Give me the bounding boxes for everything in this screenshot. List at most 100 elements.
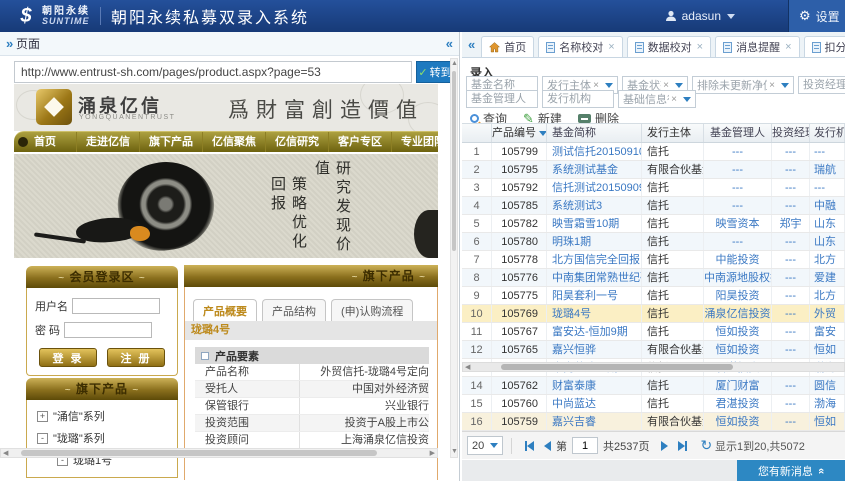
col-issuer-type[interactable]: 发行主体 xyxy=(642,124,704,142)
clear-icon[interactable]: × xyxy=(591,80,601,91)
clear-icon[interactable]: × xyxy=(669,94,679,105)
cell-fund-manager-link[interactable]: --- xyxy=(704,161,772,178)
cell-invest-manager-link[interactable]: --- xyxy=(772,161,810,178)
table-row[interactable]: 2 105795 系统测试基金 有限合伙基金 --- --- 瑞航 xyxy=(462,161,845,179)
cell-fund-name-link[interactable]: 明珠1期 xyxy=(547,233,642,250)
scroll-down-icon[interactable]: ▼ xyxy=(451,448,458,456)
table-row[interactable]: 10 105769 珑璐4号 信托 涌泉亿信投资 --- 外贸 xyxy=(462,305,845,323)
cell-issuing-org-link[interactable]: 北方 xyxy=(810,251,845,268)
cell-issuing-org-link[interactable]: 山东 xyxy=(810,215,845,232)
site-nav-item[interactable]: 亿信聚焦 xyxy=(203,132,266,152)
first-page-button[interactable] xyxy=(525,441,534,451)
cell-issuing-org-link[interactable]: 恒如 xyxy=(810,341,845,358)
invest-manager-input[interactable] xyxy=(798,76,845,94)
cell-fund-name-link[interactable]: 映雪霜雪10期 xyxy=(547,215,642,232)
cell-issuing-org-link[interactable]: 圆信 xyxy=(810,377,845,394)
table-row[interactable]: 1 105799 测试信托20150910 信托 --- --- --- xyxy=(462,143,845,161)
tabs-scroll-left-icon[interactable]: « xyxy=(468,37,475,52)
chevron-down-icon[interactable] xyxy=(675,83,683,88)
tree-item-yongxin-series[interactable]: + "涌信"系列 xyxy=(37,408,105,424)
site-nav-item[interactable]: 首页 xyxy=(14,132,77,152)
settings-button[interactable]: ⚙ 设置 xyxy=(788,0,845,32)
site-nav-item[interactable]: 旗下产品 xyxy=(140,132,203,152)
cell-fund-manager-link[interactable]: --- xyxy=(704,197,772,214)
username-field[interactable] xyxy=(72,298,160,314)
col-fund-name[interactable]: 基金简称 xyxy=(547,124,642,142)
cell-fund-name-link[interactable]: 嘉兴吉睿 xyxy=(547,413,642,430)
table-row[interactable]: 7 105778 北方国信完全回报 信托 中能投资 --- 北方 xyxy=(462,251,845,269)
cell-issuing-org-link[interactable]: 渤海 xyxy=(810,395,845,412)
tree-expand-icon[interactable]: + xyxy=(37,411,48,422)
issuing-org-input[interactable] xyxy=(542,90,614,108)
tab-data-check[interactable]: 数据校对 × xyxy=(627,36,711,57)
chevron-down-icon[interactable] xyxy=(781,83,789,88)
cell-fund-manager-link[interactable]: --- xyxy=(704,233,772,250)
collapse-panel-icon[interactable]: « xyxy=(446,36,453,51)
site-nav-item[interactable]: 客户专区 xyxy=(329,132,392,152)
table-row[interactable]: 15 105760 中尚蓝达 信托 君湛投资 --- 渤海 xyxy=(462,395,845,413)
close-icon[interactable]: × xyxy=(785,41,791,53)
grid-horizontal-scrollbar[interactable]: ◀ xyxy=(462,362,845,372)
scroll-left-icon[interactable]: ◀ xyxy=(465,364,470,372)
cell-fund-manager-link[interactable]: 恒如投资 xyxy=(704,323,772,340)
tab-purchase-process[interactable]: (申)认购流程 xyxy=(331,299,413,322)
cell-fund-manager-link[interactable]: --- xyxy=(704,179,772,196)
cell-fund-manager-link[interactable]: 涌泉亿信投资 xyxy=(704,305,772,322)
col-invest-manager[interactable]: 投资经理 xyxy=(772,124,810,142)
new-message-bar[interactable]: 您有新消息 « xyxy=(737,460,845,481)
cell-issuing-org-link[interactable]: 中融 xyxy=(810,197,845,214)
pending-info-combo[interactable]: 基础信息待补 × xyxy=(618,90,696,108)
checkbox-icon[interactable] xyxy=(201,352,209,360)
col-product-id[interactable]: 产品编号 xyxy=(492,124,547,142)
site-nav-item[interactable]: 走进亿信 xyxy=(77,132,140,152)
cell-fund-name-link[interactable]: 系统测试基金 xyxy=(547,161,642,178)
cell-fund-manager-link[interactable]: 恒如投资 xyxy=(704,413,772,430)
user-menu[interactable]: adasun xyxy=(665,0,735,32)
chevron-down-icon[interactable] xyxy=(605,83,613,88)
cell-fund-name-link[interactable]: 测试信托20150910 xyxy=(547,143,642,160)
scroll-up-icon[interactable]: ▲ xyxy=(451,60,458,68)
tab-score-stats[interactable]: 扣分绩效统计 × xyxy=(804,36,845,57)
table-row[interactable]: 3 105792 信托测试20150909 信托 --- --- --- xyxy=(462,179,845,197)
go-button[interactable]: ✓ 转到 xyxy=(416,61,454,83)
cell-issuing-org-link[interactable]: --- xyxy=(810,179,845,196)
url-input[interactable] xyxy=(14,61,412,83)
cell-invest-manager-link[interactable]: --- xyxy=(772,197,810,214)
cell-issuing-org-link[interactable]: 山东 xyxy=(810,233,845,250)
cell-invest-manager-link[interactable]: 郑宇 xyxy=(772,215,810,232)
cell-invest-manager-link[interactable]: --- xyxy=(772,395,810,412)
cell-issuing-org-link[interactable]: 富安 xyxy=(810,323,845,340)
cell-fund-manager-link[interactable]: 中南源地股权投资 xyxy=(704,269,772,286)
cell-invest-manager-link[interactable]: --- xyxy=(772,287,810,304)
table-row[interactable]: 9 105775 阳昊套利一号 信托 阳昊投资 --- 北方 xyxy=(462,287,845,305)
tree-collapse-icon[interactable]: - xyxy=(37,433,48,444)
close-icon[interactable]: × xyxy=(608,41,614,53)
cell-invest-manager-link[interactable]: --- xyxy=(772,179,810,196)
scroll-right-icon[interactable]: ▶ xyxy=(430,450,435,458)
cell-invest-manager-link[interactable]: --- xyxy=(772,269,810,286)
tree-item-longlu-series[interactable]: - "珑璐"系列 xyxy=(37,430,105,446)
cell-fund-name-link[interactable]: 系统测试3 xyxy=(547,197,642,214)
exclude-stale-combo[interactable]: 排除未更新净值基金 × xyxy=(692,76,794,94)
clear-icon[interactable]: × xyxy=(767,80,777,91)
cell-issuing-org-link[interactable]: 北方 xyxy=(810,287,845,304)
cell-invest-manager-link[interactable]: --- xyxy=(772,341,810,358)
vertical-scrollbar[interactable]: ▲ ▼ xyxy=(450,58,458,458)
cell-issuing-org-link[interactable]: 外贸 xyxy=(810,305,845,322)
table-row[interactable]: 11 105767 富安达-恒加9期 信托 恒如投资 --- 富安 xyxy=(462,323,845,341)
page-size-select[interactable]: 20 xyxy=(467,436,503,455)
cell-invest-manager-link[interactable]: --- xyxy=(772,323,810,340)
expand-panel-icon[interactable]: » xyxy=(6,36,13,51)
site-nav-item[interactable]: 专业团队 xyxy=(392,132,438,152)
cell-fund-name-link[interactable]: 中南集团常熟世纪确城 xyxy=(547,269,642,286)
scrollbar-thumb[interactable] xyxy=(21,450,377,456)
cell-issuing-org-link[interactable]: 爱建 xyxy=(810,269,845,286)
cell-issuing-org-link[interactable]: --- xyxy=(810,143,845,160)
col-fund-manager[interactable]: 基金管理人 xyxy=(704,124,772,142)
clear-icon[interactable]: × xyxy=(661,80,671,91)
table-row[interactable]: 14 105762 财富泰康 信托 厦门财富 --- 圆信 xyxy=(462,377,845,395)
next-page-button[interactable] xyxy=(661,441,668,451)
tab-name-check[interactable]: 名称校对 × xyxy=(538,36,622,57)
tab-product-structure[interactable]: 产品结构 xyxy=(262,299,326,322)
cell-invest-manager-link[interactable]: --- xyxy=(772,233,810,250)
